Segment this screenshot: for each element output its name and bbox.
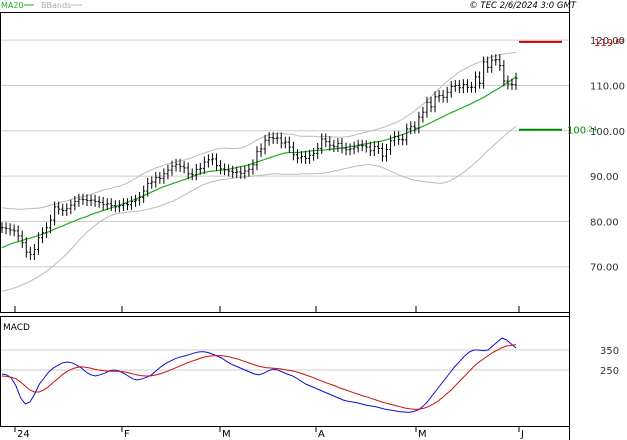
legend-ma20: MA20 <box>1 1 24 10</box>
x-label: M <box>418 429 427 440</box>
x-label: 24 <box>17 429 30 440</box>
stock-chart: 119.63100.24 70.0080.0090.00100.00110.00… <box>0 0 625 440</box>
x-axis-labels: 24 F M A M J <box>17 429 524 440</box>
x-label: M <box>222 429 231 440</box>
price-tick-label: 110.00 <box>590 81 625 92</box>
price-y-ticks: 70.00 80.00 90.00 100.00 110.00 120.00 <box>590 36 625 274</box>
x-label: J <box>520 429 524 440</box>
price-tick-label: 70.00 <box>590 263 619 274</box>
price-panel-frame <box>0 12 570 313</box>
macd-tick-label: 250 <box>600 366 619 377</box>
x-label: A <box>318 429 325 440</box>
macd-y-ticks: 350 250 <box>600 346 619 377</box>
copyright-label: © TEC 2/6/2024 3:0 GMT <box>469 1 577 11</box>
price-tick-label: 120.00 <box>590 36 625 47</box>
macd-title: MACD <box>3 323 30 333</box>
price-tick-label: 100.00 <box>590 127 625 138</box>
x-label: F <box>124 429 130 440</box>
price-tick-label: 80.00 <box>590 217 619 228</box>
price-tick-label: 90.00 <box>590 172 619 183</box>
macd-tick-label: 350 <box>600 346 619 357</box>
legend-bbands: BBands <box>41 1 71 10</box>
